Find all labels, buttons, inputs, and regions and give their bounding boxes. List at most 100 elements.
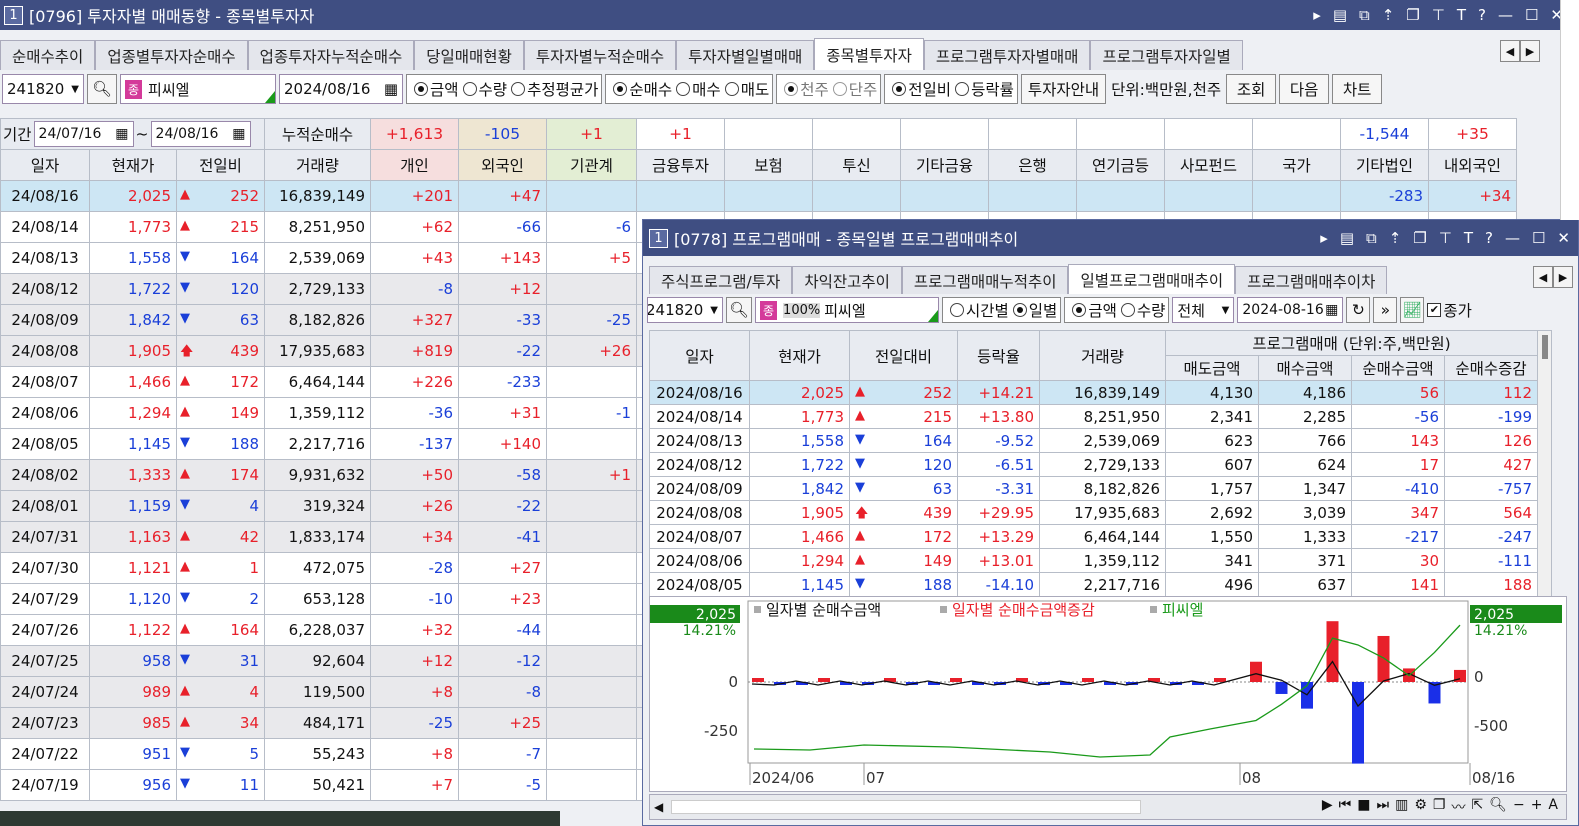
column-header[interactable]: 전일비: [176, 149, 265, 181]
layout-icon[interactable]: ▤: [1340, 229, 1354, 247]
date-input[interactable]: 2024/08/16 ▦: [279, 74, 403, 104]
delta-bar[interactable]: [818, 678, 830, 682]
tab-3[interactable]: 당일매매현황: [414, 40, 524, 70]
table-row[interactable]: 2024/08/05 1,145 ▼ 188 -14.10 2,217,716 496 637…: [649, 572, 1552, 597]
zoom-icon[interactable]: 🔍︎: [1489, 797, 1507, 817]
table-row[interactable]: 2024/08/08 1,905 🡅 439 +29.95 17,935,683 2,692…: [649, 500, 1552, 525]
help-icon[interactable]: ?: [1485, 229, 1493, 247]
zoom-out-icon[interactable]: −: [1513, 797, 1525, 817]
copy-icon[interactable]: ❐: [1406, 6, 1419, 24]
radio-qty[interactable]: [1120, 303, 1135, 317]
column-header[interactable]: 국가: [1252, 149, 1341, 181]
table-row[interactable]: 2024/08/12 1,722 ▼ 120 -6.51 2,729,133 607 624 1…: [649, 452, 1552, 477]
table-row[interactable]: 2024/08/16 2,025 ▲ 252 +14.21 16,839,149 4,130…: [649, 380, 1552, 405]
tab-1[interactable]: 업종별투자자순매수: [95, 40, 248, 70]
sub-tab-2[interactable]: 프로그램매매누적추이: [901, 266, 1069, 294]
radio-avgprice[interactable]: [511, 82, 526, 96]
column-header[interactable]: 등락율: [957, 330, 1040, 381]
delta-bar[interactable]: [1082, 678, 1094, 682]
calendar-icon[interactable]: ▦: [384, 80, 398, 98]
radio-thousand[interactable]: [784, 82, 799, 96]
radio-single[interactable]: [832, 82, 847, 96]
text-icon[interactable]: A: [1548, 797, 1558, 817]
minimize-icon[interactable]: —: [1505, 229, 1520, 247]
delta-bar[interactable]: [1326, 621, 1339, 682]
copy-icon[interactable]: ❐: [1413, 229, 1426, 247]
table-row[interactable]: 2024/08/14 1,773 ▲ 215 +13.80 8,251,950 2,341 2…: [649, 404, 1552, 429]
chart-type-icon[interactable]: ▥: [1395, 797, 1408, 817]
calendar-icon[interactable]: ▦: [1325, 302, 1338, 318]
column-header[interactable]: 내외국인: [1428, 149, 1517, 181]
delta-bar[interactable]: [1377, 635, 1390, 682]
chart-toggle-icon[interactable]: 📈︎: [1400, 297, 1425, 323]
play-icon[interactable]: ▸: [1313, 6, 1321, 24]
radio-buy[interactable]: [676, 82, 691, 96]
column-header[interactable]: 현재가: [89, 149, 177, 181]
maximize-icon[interactable]: ☐: [1525, 6, 1538, 24]
dropdown-icon[interactable]: ▼: [1222, 305, 1230, 316]
settings-icon[interactable]: ⚙: [1414, 797, 1427, 817]
table-row[interactable]: 2024/08/07 1,466 ▲ 172 +13.29 6,464,144 1,550 1…: [649, 524, 1552, 549]
column-header[interactable]: 순매수증감: [1444, 355, 1538, 381]
column-header[interactable]: 기관계: [546, 149, 637, 181]
sub-tab-1[interactable]: 차익잔고추이: [792, 266, 902, 294]
column-header[interactable]: 순매수금액: [1351, 355, 1445, 381]
scroll-thumb[interactable]: [1541, 335, 1548, 359]
tab-7[interactable]: 프로그램투자자별매매: [923, 40, 1091, 70]
help-icon[interactable]: ?: [1478, 6, 1486, 24]
table-row[interactable]: 2024/08/13 1,558 ▼ 164 -9.52 2,539,069 623 766 1…: [649, 428, 1552, 453]
period-to-input[interactable]: 24/08/16 ▦: [150, 121, 251, 147]
tab-2[interactable]: 업종투자자누적순매수: [247, 40, 415, 70]
next-page-icon[interactable]: »: [1373, 297, 1398, 323]
column-header[interactable]: 매수금액: [1258, 355, 1352, 381]
radio-daily[interactable]: [1012, 303, 1027, 317]
tab-5[interactable]: 투자자별일별매매: [676, 40, 815, 70]
column-header[interactable]: 연기금등: [1076, 149, 1165, 181]
search-icon[interactable]: 🔍︎: [87, 74, 117, 104]
radio-netbuy[interactable]: [613, 82, 628, 96]
column-header[interactable]: 보험: [724, 149, 813, 181]
tab-8[interactable]: 프로그램투자자일별: [1090, 40, 1243, 70]
tab-right-icon[interactable]: ▶: [1553, 266, 1573, 288]
tab-0[interactable]: 순매수추이: [0, 40, 96, 70]
delta-bar[interactable]: [752, 678, 764, 682]
delta-bar[interactable]: [1250, 661, 1262, 682]
calendar-icon[interactable]: ▦: [115, 126, 128, 142]
pin-icon[interactable]: ⇡: [1382, 6, 1395, 24]
indicator-icon[interactable]: 〰: [1451, 797, 1465, 817]
layout-icon[interactable]: ▤: [1333, 6, 1347, 24]
table-row[interactable]: 24/08/16 2,025 ▲ 252 16,839,149 +201 +47 -283 +3…: [0, 180, 1517, 212]
program-chart[interactable]: 2,025 14.21% 2,025 14.21% 일자별 순매수금액 일자별 순매수금액…: [649, 596, 1567, 792]
vertical-scrollbar[interactable]: [1537, 330, 1552, 597]
column-header[interactable]: 거래량: [1039, 330, 1166, 381]
link-icon[interactable]: ⧉: [1366, 229, 1377, 247]
refresh-icon[interactable]: ↻: [1346, 297, 1371, 323]
column-header[interactable]: 매도금액: [1165, 355, 1259, 381]
sub-tab-4[interactable]: 프로그램매매추이차: [1235, 266, 1388, 294]
stock-code-input[interactable]: 241820 ▼: [2, 74, 84, 104]
column-header[interactable]: 거래량: [264, 149, 371, 181]
tack-icon[interactable]: ⊤: [1439, 229, 1452, 247]
dropdown-icon[interactable]: ▼: [710, 305, 718, 316]
cursor-icon[interactable]: ⇱: [1471, 797, 1483, 817]
link-icon[interactable]: ⧉: [1359, 6, 1370, 24]
table-row[interactable]: 2024/08/09 1,842 ▼ 63 -3.31 8,182,826 1,757 1,3…: [649, 476, 1552, 501]
column-header[interactable]: 전일대비: [849, 330, 958, 381]
stock-name-field[interactable]: 종 피씨엘: [120, 74, 276, 104]
close-price-checkbox[interactable]: ✔ 종가: [1427, 297, 1472, 323]
column-header[interactable]: 투신: [812, 149, 901, 181]
delta-bar[interactable]: [950, 678, 962, 682]
column-header[interactable]: 기타법인: [1340, 149, 1429, 181]
column-header[interactable]: 개인: [370, 149, 459, 181]
column-header[interactable]: 금융투자: [636, 149, 725, 181]
tab-right-icon[interactable]: ▶: [1520, 40, 1540, 62]
table-row[interactable]: 2024/08/06 1,294 ▲ 149 +13.01 1,359,112 341 371…: [649, 548, 1552, 573]
search-button[interactable]: 조회: [1226, 74, 1277, 104]
period-from-input[interactable]: 24/07/16 ▦: [33, 121, 134, 147]
investor-guide-button[interactable]: 투자자안내: [1020, 74, 1107, 104]
column-header[interactable]: 사모펀드: [1164, 149, 1253, 181]
market-select[interactable]: 전체 ▼: [1172, 297, 1235, 323]
column-header[interactable]: 현재가: [749, 330, 850, 381]
stock-code-input[interactable]: 241820 ▼: [647, 297, 723, 323]
pin-icon[interactable]: ⇡: [1389, 229, 1402, 247]
